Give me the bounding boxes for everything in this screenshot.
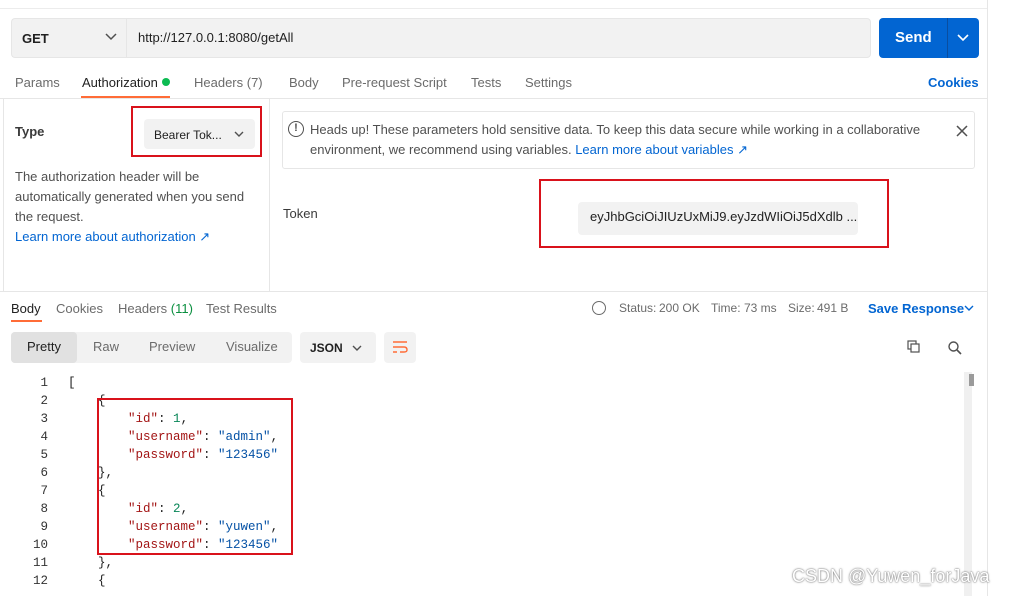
tab-headers[interactable]: Headers (7): [194, 75, 263, 90]
cookies-link[interactable]: Cookies: [928, 75, 979, 90]
line-number: 8: [40, 502, 48, 516]
auth-panel-divider: [269, 99, 270, 291]
tab-tests[interactable]: Tests: [471, 75, 501, 90]
chevron-down-icon: [105, 33, 117, 41]
search-icon[interactable]: [947, 340, 963, 356]
alert-text: Heads up! These parameters hold sensitiv…: [310, 120, 940, 160]
scrollbar[interactable]: [964, 372, 972, 596]
info-icon: !: [288, 121, 304, 137]
line-number: 10: [32, 538, 48, 552]
left-edge-divider: [3, 99, 4, 291]
line-number: 12: [32, 574, 48, 588]
send-divider: [947, 18, 948, 58]
code-line: },: [68, 556, 114, 570]
response-tab-headers[interactable]: Headers (11): [118, 301, 193, 316]
wrap-lines-icon: [393, 341, 408, 353]
code-line: {: [68, 574, 106, 588]
response-headers-count: (11): [170, 301, 193, 316]
view-visualize-button[interactable]: Visualize: [226, 339, 278, 354]
close-icon[interactable]: [956, 125, 968, 137]
tab-params[interactable]: Params: [15, 75, 60, 90]
line-number: 11: [32, 556, 48, 570]
top-divider: [0, 8, 987, 9]
highlight-box-response: [97, 398, 293, 555]
view-raw-button[interactable]: Raw: [93, 339, 119, 354]
format-label: JSON: [310, 341, 343, 355]
time-label: Time:: [711, 301, 741, 315]
type-label: Type: [15, 124, 45, 139]
globe-icon[interactable]: [592, 301, 606, 315]
save-response-button[interactable]: Save Response: [868, 301, 964, 316]
auth-description-text: The authorization header will be automat…: [15, 169, 245, 224]
highlight-box-auth-type: [131, 106, 262, 157]
size-value: 491 B: [817, 301, 849, 315]
line-number: 4: [40, 430, 48, 444]
chevron-down-icon[interactable]: [964, 305, 974, 312]
auth-description: The authorization header will be automat…: [15, 167, 260, 247]
response-tab-cookies[interactable]: Cookies: [56, 301, 103, 316]
status-value: 200 OK: [659, 301, 700, 315]
authorization-active-dot: [162, 78, 170, 86]
tab-authorization[interactable]: Authorization: [82, 75, 158, 90]
response-divider: [0, 291, 987, 292]
url-text: http://127.0.0.1:8080/getAll: [138, 30, 294, 45]
code-line: [: [68, 376, 76, 390]
token-label: Token: [283, 206, 318, 221]
line-number: 9: [40, 520, 48, 534]
line-number: 2: [40, 394, 48, 408]
status-label: Status:: [619, 301, 657, 315]
copy-icon[interactable]: [907, 340, 920, 353]
learn-more-variables-link[interactable]: Learn more about variables ↗: [575, 142, 748, 157]
learn-more-authorization-link[interactable]: Learn more about authorization ↗: [15, 229, 210, 244]
response-tab-underline: [11, 320, 42, 322]
tab-pre-request-script[interactable]: Pre-request Script: [342, 75, 447, 90]
highlight-box-token: [539, 179, 889, 248]
method-label: GET: [22, 31, 49, 46]
send-options-chevron-icon[interactable]: [957, 34, 969, 42]
scrollbar-thumb[interactable]: [969, 374, 974, 386]
line-number: 7: [40, 484, 48, 498]
line-number: 5: [40, 448, 48, 462]
chevron-down-icon: [352, 345, 362, 351]
tabs-divider: [0, 98, 987, 99]
view-preview-button[interactable]: Preview: [149, 339, 195, 354]
size-label: Size:: [788, 301, 815, 315]
right-edge-pane: [987, 0, 1011, 596]
response-tab-body[interactable]: Body: [11, 301, 41, 316]
response-tab-headers-label: Headers: [118, 301, 168, 316]
line-number: 1: [40, 376, 48, 390]
send-label: Send: [895, 29, 932, 46]
tab-body[interactable]: Body: [289, 75, 319, 90]
watermark: CSDN @Yuwen_forJava: [792, 566, 990, 586]
response-tab-test-results[interactable]: Test Results: [206, 301, 277, 316]
view-pretty-label: Pretty: [27, 339, 61, 354]
line-number: 6: [40, 466, 48, 480]
time-value: 73 ms: [744, 301, 777, 315]
line-number: 3: [40, 412, 48, 426]
tab-settings[interactable]: Settings: [525, 75, 572, 90]
